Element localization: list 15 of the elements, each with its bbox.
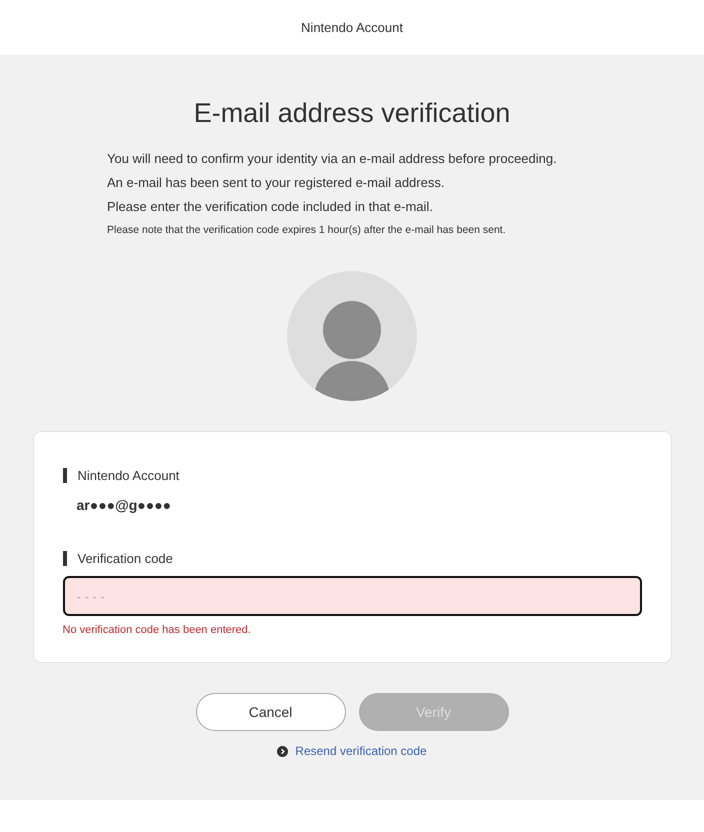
expiry-note: Please note that the verification code expires 1 hour(s) after the e-mail has been sent. [107,223,507,237]
page-title: E-mail address verification [194,98,510,129]
field-label: Verification code [62,551,173,566]
error-message: No verification code has been entered. [62,624,251,636]
account-value: ar●●●@g●●●● [76,497,172,513]
code-input-field[interactable]: - - - - [62,576,642,616]
instruction-text: An e-mail has been sent to your registered e-mail address. [107,175,446,191]
instruction-text: Please enter the verification code included in that e-mail. [107,199,434,215]
field-label: Nintendo Account [62,468,180,483]
cancel-button[interactable]: Cancel [196,693,346,731]
instruction-text: You will need to confirm your identity via an e-mail address before proceeding. [107,151,558,167]
chevron-circle-icon [277,746,288,756]
avatar-icon [287,271,417,401]
resend-link[interactable]: Resend verification code [295,744,427,758]
header-title: Nintendo Account [301,20,403,35]
